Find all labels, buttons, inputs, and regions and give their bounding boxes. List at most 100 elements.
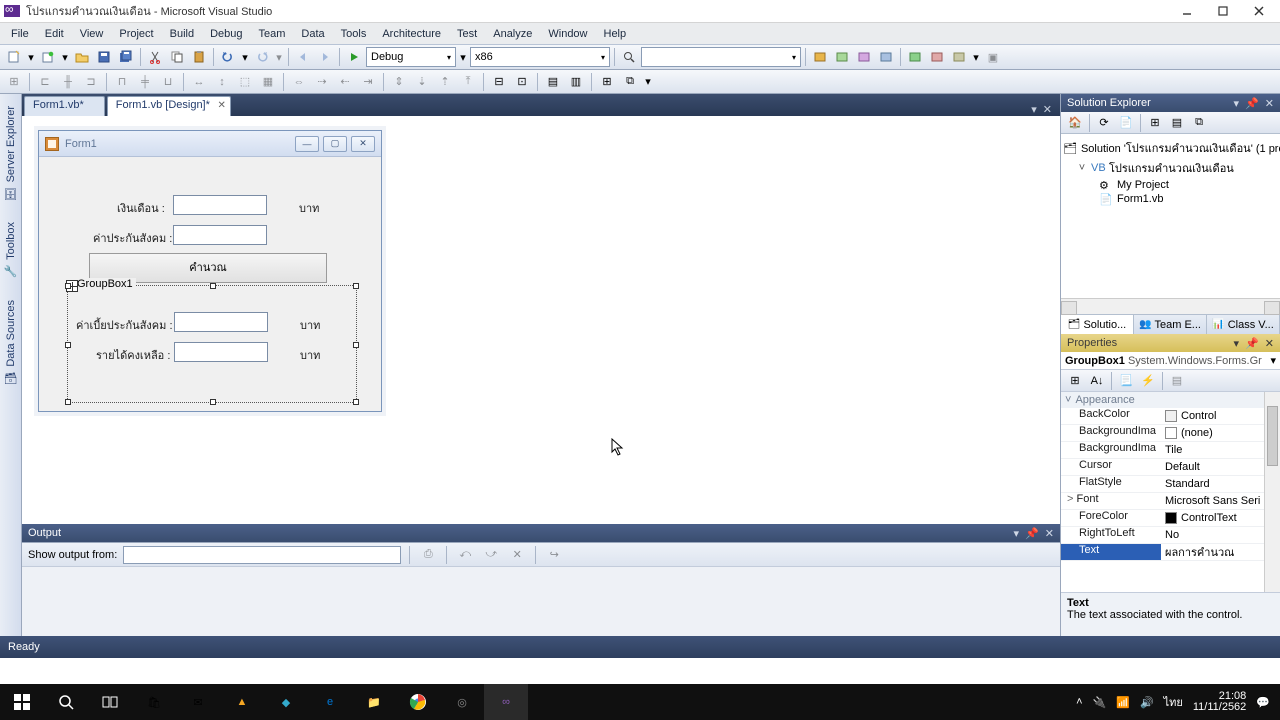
property-grid[interactable]: ˅Appearance BackColorControl BackgroundI… [1061, 392, 1280, 592]
window-minimize-button[interactable] [1170, 1, 1204, 21]
prop-scrollbar[interactable] [1264, 392, 1280, 592]
tab-close-all-icon[interactable]: ✕ [1043, 103, 1052, 116]
nav-fwd-button[interactable] [315, 47, 335, 67]
toolbox-tab[interactable]: 🔧Toolbox [2, 216, 20, 284]
menu-analyze[interactable]: Analyze [486, 26, 539, 42]
tab-close-icon[interactable]: ✕ [218, 100, 226, 111]
menu-view[interactable]: View [73, 26, 111, 42]
tb-icon-3[interactable] [854, 47, 874, 67]
align-center-button[interactable]: ╫ [58, 72, 78, 92]
resize-handle[interactable] [353, 283, 359, 289]
menu-build[interactable]: Build [163, 26, 201, 42]
output-pin-icon[interactable]: 📌 [1025, 527, 1039, 540]
sol-dropdown-icon[interactable]: ▾ [1234, 97, 1240, 110]
same-height-button[interactable]: ↕ [212, 72, 232, 92]
redo-button[interactable] [252, 47, 272, 67]
add-dropdown[interactable]: ▾ [60, 47, 70, 67]
sol-home-button[interactable]: 🏠 [1065, 113, 1085, 133]
save-all-button[interactable] [116, 47, 136, 67]
config-dropdown[interactable]: ▾ [458, 47, 468, 67]
center-h-button[interactable]: ⊟ [489, 72, 509, 92]
sol-view-button[interactable]: ▤ [1167, 113, 1187, 133]
layout-dropdown[interactable]: ▾ [643, 72, 653, 92]
output-btn-3[interactable]: ⤻ [481, 545, 501, 565]
paste-button[interactable] [189, 47, 209, 67]
subtab-team[interactable]: 👥Team E... [1134, 315, 1207, 334]
resize-handle[interactable] [210, 399, 216, 405]
menu-data[interactable]: Data [294, 26, 331, 42]
tb-icon-6[interactable] [927, 47, 947, 67]
form-minimize-button[interactable]: — [295, 136, 319, 152]
label-salary[interactable]: เงินเดือน : [117, 199, 165, 217]
merge-button[interactable]: ⧉ [620, 72, 640, 92]
label-premium[interactable]: ค่าเบี้ยประกันสังคม : [76, 316, 173, 334]
align-bottom-button[interactable]: ⊔ [158, 72, 178, 92]
form-designer[interactable]: Form1 — ▢ ✕ เงินเดือน : บาท ค่าประกันสัง… [22, 116, 1060, 524]
align-top-button[interactable]: ⊓ [112, 72, 132, 92]
same-width-button[interactable]: ↔ [189, 72, 209, 92]
nav-back-button[interactable] [293, 47, 313, 67]
menu-test[interactable]: Test [450, 26, 484, 42]
output-dropdown-icon[interactable]: ▾ [1014, 527, 1020, 540]
vspace-eq-button[interactable]: ⇕ [389, 72, 409, 92]
resize-handle[interactable] [353, 342, 359, 348]
form1-node[interactable]: 📄Form1.vb [1063, 192, 1278, 206]
undo-dropdown[interactable]: ▾ [240, 47, 250, 67]
menu-tools[interactable]: Tools [334, 26, 374, 42]
save-button[interactable] [94, 47, 114, 67]
label-unit3[interactable]: บาท [300, 346, 320, 364]
prop-props-button[interactable]: 📃 [1116, 371, 1136, 391]
output-close-icon[interactable]: ✕ [1045, 527, 1054, 540]
prop-cat-button[interactable]: ⊞ [1065, 371, 1085, 391]
platform-combo[interactable]: x86▾ [470, 47, 610, 67]
sol-props-button[interactable]: ⊞ [1145, 113, 1165, 133]
menu-project[interactable]: Project [112, 26, 160, 42]
same-size-button[interactable]: ⬚ [235, 72, 255, 92]
send-back-button[interactable]: ▥ [566, 72, 586, 92]
form-maximize-button[interactable]: ▢ [323, 136, 347, 152]
bring-front-button[interactable]: ▤ [543, 72, 563, 92]
myproject-node[interactable]: ⚙My Project [1063, 178, 1278, 192]
sol-code-button[interactable]: ⧉ [1189, 113, 1209, 133]
menu-architecture[interactable]: Architecture [375, 26, 448, 42]
tb-icon-4[interactable] [876, 47, 896, 67]
tray-lang[interactable]: ไทย [1164, 693, 1183, 711]
menu-file[interactable]: File [4, 26, 36, 42]
start-debug-button[interactable] [344, 47, 364, 67]
menu-window[interactable]: Window [541, 26, 594, 42]
sol-pin-icon[interactable]: 📌 [1245, 97, 1259, 110]
start-button[interactable] [0, 684, 44, 720]
sol-refresh-button[interactable]: ⟳ [1094, 113, 1114, 133]
open-button[interactable] [72, 47, 92, 67]
menu-edit[interactable]: Edit [38, 26, 71, 42]
tb-icon-8[interactable]: ▣ [983, 47, 1003, 67]
data-sources-tab[interactable]: 🗃Data Sources [2, 294, 20, 391]
prop-category-appearance[interactable]: ˅Appearance [1061, 392, 1280, 408]
taskview-button[interactable] [88, 684, 132, 720]
copy-button[interactable] [167, 47, 187, 67]
tb-icon-5[interactable] [905, 47, 925, 67]
vs-taskbar-icon[interactable]: ∞ [484, 684, 528, 720]
sol-showall-button[interactable]: 📄 [1116, 113, 1136, 133]
form-close-button[interactable]: ✕ [351, 136, 375, 152]
output-btn-2[interactable]: ⤺ [455, 545, 475, 565]
hspace-dec-button[interactable]: ⇠ [335, 72, 355, 92]
add-item-button[interactable] [38, 47, 58, 67]
align-left-button[interactable]: ⊏ [35, 72, 55, 92]
prop-pin-icon[interactable]: 📌 [1245, 337, 1259, 350]
textbox-premium[interactable] [174, 312, 268, 332]
hspace-inc-button[interactable]: ⇢ [312, 72, 332, 92]
tab-order-button[interactable]: ⊞ [597, 72, 617, 92]
hspace-rem-button[interactable]: ⇥ [358, 72, 378, 92]
find-button[interactable] [619, 47, 639, 67]
tray-up-icon[interactable]: ˄ [1076, 696, 1082, 708]
tb-dropdown[interactable]: ▾ [971, 47, 981, 67]
output-btn-5[interactable]: ↪ [544, 545, 564, 565]
resize-handle[interactable] [210, 283, 216, 289]
sol-close-icon[interactable]: ✕ [1265, 97, 1274, 110]
label-social[interactable]: ค่าประกันสังคม : [93, 229, 172, 247]
find-combo[interactable]: ▾ [641, 47, 801, 67]
label-unit1[interactable]: บาท [299, 199, 319, 217]
menu-debug[interactable]: Debug [203, 26, 249, 42]
solution-tree[interactable]: 🗂Solution 'โปรแกรมคำนวณเงินเดือน' (1 pro… [1061, 134, 1280, 298]
